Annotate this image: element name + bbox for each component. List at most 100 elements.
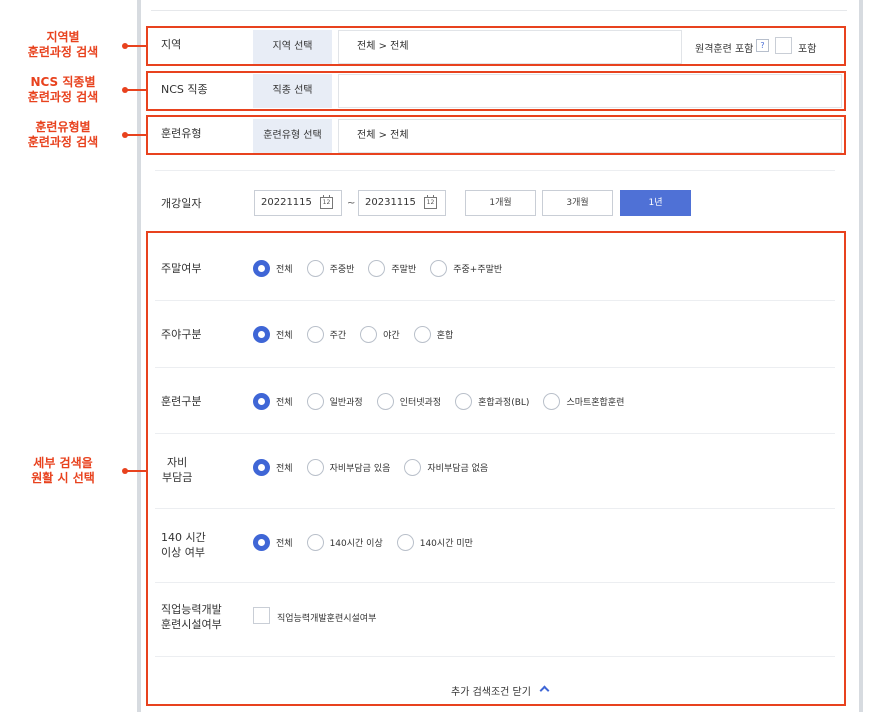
radio-label: 스마트혼합훈련: [566, 397, 625, 408]
radio-option[interactable]: 인터넷과정: [376, 392, 442, 410]
training-type-select-button[interactable]: 훈련유형 선택: [253, 119, 332, 153]
radio-option[interactable]: 전체: [253, 325, 293, 343]
panel-right-border: [859, 0, 863, 712]
radio-label: 자비부담금 있음: [329, 463, 391, 474]
top-divider: [151, 10, 847, 11]
collapse-filters-button[interactable]: 추가 검색조건 닫기: [451, 683, 531, 698]
daynight-label: 주야구분: [161, 328, 202, 341]
annotation-region: 지역별 훈련과정 검색: [27, 30, 99, 59]
daynight-radio-group: 전체 주간 야간 혼합: [253, 325, 467, 343]
facility-label: 직업능력개발 훈련시설여부: [161, 603, 222, 631]
radio-label: 혼합과정(BL): [478, 397, 530, 408]
help-icon[interactable]: ?: [756, 39, 769, 52]
radio-option[interactable]: 전체: [253, 259, 293, 277]
annotation-ncs-dot: [122, 87, 128, 93]
period-1year-button[interactable]: 1년: [620, 190, 691, 216]
radio-option[interactable]: 스마트혼합훈련: [543, 392, 625, 410]
radio-label: 140시간 이상: [329, 538, 383, 549]
divider: [155, 300, 835, 301]
radio-button[interactable]: [404, 458, 422, 476]
radio-option[interactable]: 일반과정: [306, 392, 363, 410]
radio-button[interactable]: [253, 392, 270, 410]
facility-checkbox[interactable]: [253, 607, 270, 624]
radio-button[interactable]: [253, 458, 270, 476]
radio-button[interactable]: [306, 325, 324, 343]
radio-option[interactable]: 혼합: [413, 325, 453, 343]
radio-option[interactable]: 전체: [253, 533, 293, 551]
open-date-label: 개강일자: [161, 197, 202, 210]
radio-option[interactable]: 주간: [306, 325, 347, 343]
weekend-radio-group: 전체 주중반 주말반 주중+주말반: [253, 259, 516, 277]
period-3month-button[interactable]: 3개월: [542, 190, 613, 216]
ncs-label: NCS 직종: [161, 83, 208, 96]
radio-label: 전체: [276, 264, 293, 275]
radio-button[interactable]: [253, 533, 270, 551]
calendar-icon[interactable]: 12: [320, 195, 333, 209]
radio-button[interactable]: [253, 325, 270, 343]
divider: [155, 508, 835, 509]
radio-button[interactable]: [306, 392, 324, 410]
training-type-label: 훈련유형: [161, 127, 202, 140]
radio-label: 전체: [276, 463, 293, 474]
radio-label: 일반과정: [329, 397, 363, 408]
remote-training-label: 원격훈련 포함: [695, 44, 754, 55]
start-date-input[interactable]: 20221115 12: [254, 190, 342, 216]
hours140-radio-group: 전체 140시간 이상 140시간 미만: [253, 533, 487, 551]
annotation-type: 훈련유형별 훈련과정 검색: [27, 120, 99, 149]
radio-button[interactable]: [413, 325, 431, 343]
ncs-value: [338, 74, 842, 108]
annotation-ncs: NCS 직종별 훈련과정 검색: [27, 75, 99, 104]
annotation-region-dot: [122, 43, 128, 49]
radio-label: 전체: [276, 397, 293, 408]
radio-option[interactable]: 자비부담금 없음: [404, 458, 488, 476]
radio-button[interactable]: [455, 392, 473, 410]
radio-button[interactable]: [306, 533, 324, 551]
region-select-button[interactable]: 지역 선택: [253, 30, 332, 64]
radio-label: 인터넷과정: [399, 397, 442, 408]
radio-button[interactable]: [430, 259, 448, 277]
calendar-icon[interactable]: 12: [424, 195, 437, 209]
radio-option[interactable]: 주말반: [368, 259, 417, 277]
date-range-tilde: ~: [347, 198, 356, 209]
annotation-detail: 세부 검색을 원활 시 선택: [31, 456, 95, 485]
radio-option[interactable]: 전체: [253, 458, 293, 476]
period-1month-button[interactable]: 1개월: [465, 190, 536, 216]
radio-button[interactable]: [368, 259, 386, 277]
radio-option[interactable]: 140시간 이상: [306, 533, 383, 551]
divider: [155, 367, 835, 368]
radio-label: 주중+주말반: [453, 264, 503, 275]
radio-label: 140시간 미만: [419, 538, 473, 549]
divider: [155, 656, 835, 657]
radio-label: 야간: [383, 330, 400, 341]
annotation-type-dot: [122, 132, 128, 138]
ncs-select-button[interactable]: 직종 선택: [253, 74, 332, 108]
radio-option[interactable]: 혼합과정(BL): [455, 392, 530, 410]
radio-option[interactable]: 주중+주말반: [430, 259, 503, 277]
radio-option[interactable]: 주중반: [306, 259, 354, 277]
region-value: 전체 > 전체: [338, 30, 682, 64]
training-div-radio-group: 전체 일반과정 인터넷과정 혼합과정(BL) 스마트혼합훈련: [253, 392, 638, 410]
divider: [155, 170, 835, 171]
radio-button[interactable]: [376, 392, 394, 410]
radio-label: 전체: [276, 330, 293, 341]
radio-option[interactable]: 전체: [253, 392, 293, 410]
radio-button[interactable]: [306, 259, 324, 277]
radio-label: 전체: [276, 538, 293, 549]
facility-checkbox-label: 직업능력개발훈련시설여부: [277, 614, 377, 624]
radio-button[interactable]: [396, 533, 414, 551]
training-div-label: 훈련구분: [161, 395, 202, 408]
panel-left-border: [137, 0, 141, 712]
remote-include-checkbox[interactable]: [775, 37, 792, 54]
radio-button[interactable]: [543, 392, 561, 410]
radio-button[interactable]: [306, 458, 324, 476]
radio-option[interactable]: 140시간 미만: [396, 533, 473, 551]
radio-label: 주간: [329, 330, 347, 341]
divider: [155, 582, 835, 583]
end-date-input[interactable]: 20231115 12: [358, 190, 446, 216]
radio-button[interactable]: [360, 325, 378, 343]
radio-label: 주말반: [391, 264, 417, 275]
annotation-detail-dot: [122, 468, 128, 474]
radio-option[interactable]: 야간: [360, 325, 400, 343]
radio-button[interactable]: [253, 259, 270, 277]
radio-option[interactable]: 자비부담금 있음: [306, 458, 391, 476]
